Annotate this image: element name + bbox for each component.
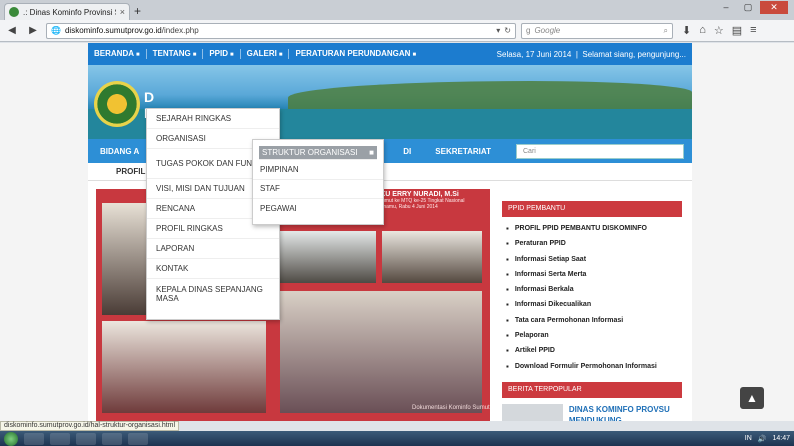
dropdown-arrow-icon[interactable]: ▾: [496, 26, 500, 35]
news-title[interactable]: DINAS KOMINFO PROVSU MENDUKUNG: [569, 404, 682, 421]
search-bar[interactable]: g Google ⌕: [521, 22, 673, 39]
toolbar-icons: ⬇ ⌂ ☆ ▤ ≡: [682, 24, 757, 37]
favicon-icon: [9, 7, 19, 17]
news-item[interactable]: DINAS KOMINFO PROVSU MENDUKUNG: [502, 403, 682, 421]
back-icon[interactable]: ◀: [4, 23, 20, 39]
top-menu: BERANDA ■ TENTANG ■ PPID ■ GALERI ■ PERATURA…: [88, 43, 692, 65]
submenu-item-staf[interactable]: STAF: [253, 180, 383, 199]
ppid-link[interactable]: ▪ Informasi Berkala: [506, 282, 682, 297]
ppid-link[interactable]: ▪ Informasi Setiap Saat: [506, 252, 682, 267]
ppid-heading: PPID PEMBANTU: [502, 201, 682, 217]
submenu-item-pegawai[interactable]: PEGAWAI: [253, 199, 383, 219]
ppid-link[interactable]: ▪ Download Formulir Permohonan Informasi: [506, 359, 682, 374]
status-bar: diskominfo.sumutprov.go.id/hal-struktur-…: [0, 421, 180, 431]
taskbar-app-media[interactable]: [76, 432, 96, 445]
menu-sekretariat[interactable]: SEKRETARIAT: [423, 147, 503, 156]
ppid-link[interactable]: ▪ Informasi Dikecualikan: [506, 297, 682, 312]
menu-item-di[interactable]: DI: [391, 147, 423, 156]
menu-ppid[interactable]: PPID ■: [203, 43, 239, 65]
browser-tab-bar: .: Dinas Kominfo Provinsi Su... × + – ▢ …: [0, 0, 794, 20]
menu-peraturan[interactable]: PERATURAN PERUNDANGAN ■: [289, 43, 422, 65]
url-text: diskominfo.sumutprov.go.id/index.php: [64, 26, 199, 35]
ppid-link[interactable]: ▪ Artikel PPID: [506, 343, 682, 358]
site-search-input[interactable]: Cari: [516, 143, 684, 159]
ppid-link[interactable]: ▪ Peraturan PPID: [506, 236, 682, 251]
maximize-icon[interactable]: ▢: [738, 1, 758, 14]
photo-6: [280, 291, 482, 413]
language-indicator[interactable]: IN: [745, 435, 752, 442]
close-tab-icon[interactable]: ×: [120, 7, 125, 17]
menu-bidang[interactable]: BIDANG A: [88, 147, 151, 156]
volume-icon[interactable]: 🔊: [758, 435, 767, 443]
taskbar-app-explorer[interactable]: [50, 432, 70, 445]
new-tab-icon[interactable]: +: [134, 4, 141, 18]
submenu-item-pimpinan[interactable]: PIMPINAN: [253, 160, 383, 180]
globe-icon: 🌐: [51, 26, 61, 35]
search-placeholder: Google: [534, 26, 561, 35]
reload-icon[interactable]: ↻: [504, 26, 511, 35]
start-button[interactable]: [4, 431, 18, 446]
web-page: BERANDA ■ TENTANG ■ PPID ■ GALERI ■ PERATURA…: [0, 43, 794, 421]
system-tray: IN 🔊 14:47: [745, 435, 790, 443]
close-window-icon[interactable]: ✕: [760, 1, 788, 14]
ppid-link[interactable]: ▪ PROFIL PPID PEMBANTU DISKOMINFO: [506, 221, 682, 236]
date-greeting: Selasa, 17 Juni 2014 | Selamat siang, pe…: [496, 49, 686, 59]
tab-profil[interactable]: PROFIL: [116, 167, 145, 176]
menu-tentang[interactable]: TENTANG ■: [147, 43, 203, 65]
dropdown-item-sejarah[interactable]: SEJARAH RINGKAS: [147, 109, 279, 129]
google-icon: g: [526, 26, 531, 35]
photo-4: [382, 231, 482, 283]
clock[interactable]: 14:47: [772, 435, 790, 442]
download-icon[interactable]: ⬇: [682, 24, 691, 37]
ppid-link[interactable]: ▪ Tata cara Permohonan Informasi: [506, 313, 682, 328]
os-taskbar: IN 🔊 14:47: [0, 431, 794, 446]
news-thumbnail[interactable]: [502, 403, 563, 421]
sidebar: PPID PEMBANTU ▪ PROFIL PPID PEMBANTU DISK…: [502, 201, 682, 421]
home-icon[interactable]: ⌂: [699, 24, 706, 37]
menu-beranda[interactable]: BERANDA ■: [88, 43, 146, 65]
address-bar[interactable]: 🌐 diskominfo.sumutprov.go.id/index.php ▾…: [46, 22, 516, 39]
browser-toolbar: ◀ ▶ 🌐 diskominfo.sumutprov.go.id/index.p…: [0, 20, 794, 42]
dropdown-item-kepala-dinas[interactable]: KEPALA DINAS SEPANJANG MASA: [147, 279, 279, 309]
taskbar-app-ie[interactable]: [24, 432, 44, 445]
bookmark-star-icon[interactable]: ☆: [714, 24, 724, 37]
taskbar-app-firefox[interactable]: [128, 432, 148, 445]
ppid-link[interactable]: ▪ Informasi Serta Merta: [506, 267, 682, 282]
dropdown-item-kontak[interactable]: KONTAK: [147, 259, 279, 279]
organisasi-submenu: STRUKTUR ORGANISASI ■ PIMPINAN STAF PEGAW…: [252, 139, 384, 225]
berita-heading: BERITA TERPOPULAR: [502, 381, 682, 398]
photo-5: [102, 321, 266, 413]
minimize-icon[interactable]: –: [716, 1, 736, 14]
dropdown-item-laporan[interactable]: LAPORAN: [147, 239, 279, 259]
ppid-list: ▪ PROFIL PPID PEMBANTU DISKOMINFO ▪ Peratu…: [502, 217, 682, 374]
photo-3: [280, 231, 376, 283]
taskbar-app-chrome[interactable]: [102, 432, 122, 445]
menu-icon[interactable]: ≡: [750, 24, 756, 37]
search-icon[interactable]: ⌕: [664, 26, 668, 36]
banner-hills: [288, 81, 692, 109]
submenu-marker-icon: ■: [369, 148, 374, 157]
browser-tab[interactable]: .: Dinas Kominfo Provinsi Su... ×: [4, 3, 130, 20]
ppid-link[interactable]: ▪ Pelaporan: [506, 328, 682, 343]
menu-galeri[interactable]: GALERI ■: [241, 43, 289, 65]
window-controls: – ▢ ✕: [716, 1, 788, 14]
submenu-item-struktur[interactable]: STRUKTUR ORGANISASI ■: [259, 146, 377, 160]
bookmarks-icon[interactable]: ▤: [732, 24, 742, 37]
forward-icon[interactable]: ▶: [25, 23, 41, 39]
province-logo: [94, 81, 140, 127]
photo-watermark: Dokumentasi Kominfo Sumut: [412, 405, 490, 411]
scroll-to-top-button[interactable]: ▲: [740, 387, 764, 409]
tab-title: .: Dinas Kominfo Provinsi Su...: [23, 7, 116, 17]
